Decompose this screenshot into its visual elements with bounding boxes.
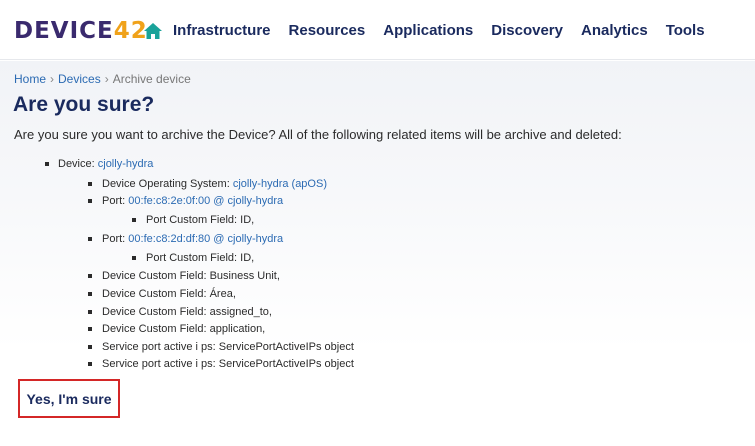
port-2-link[interactable]: 00:fe:c8:2d:df:80 @ cjolly-hydra [128,233,283,245]
breadcrumb: Home › Devices › Archive device [14,72,191,86]
list-item-device: Device: cjolly-hydra [45,157,154,171]
list-item-port-2: Port: 00:fe:c8:2d:df:80 @ cjolly-hydra [88,232,283,246]
port-custom-field-text: Port Custom Field: ID, [146,214,255,226]
port-custom-field-text: Port Custom Field: ID, [146,252,255,264]
custom-field-text: Device Custom Field: application, [102,323,266,335]
bullet-icon [45,162,49,166]
breadcrumb-separator: › [104,72,109,86]
list-item-service-port-1: Service port active i ps: ServicePortAct… [88,340,354,354]
custom-field-text: Device Custom Field: Área, [102,288,236,300]
home-icon[interactable] [143,21,163,41]
list-item-custom-field-4: Device Custom Field: application, [88,322,266,336]
logo-text: DEVICE [14,18,114,44]
list-item-port-2-custom-field: Port Custom Field: ID, [132,251,255,265]
device42-logo[interactable]: DEVICE 42 [14,17,148,45]
port-1-link[interactable]: 00:fe:c8:2e:0f:00 @ cjolly-hydra [128,195,283,207]
list-item-port-1-custom-field: Port Custom Field: ID, [132,213,255,227]
nav-discovery[interactable]: Discovery [491,21,563,41]
list-item-os: Device Operating System: cjolly-hydra (a… [88,177,327,191]
list-item-custom-field-3: Device Custom Field: assigned_to, [88,305,272,319]
bullet-icon [88,182,92,186]
custom-field-text: Device Custom Field: assigned_to, [102,306,272,318]
top-navigation-bar: DEVICE 42 Infrastructure Resources Applic… [0,0,755,60]
port-label: Port: [102,233,129,245]
bullet-icon [88,199,92,203]
bullet-icon [88,327,92,331]
bullet-icon [132,256,136,260]
breadcrumb-devices[interactable]: Devices [58,72,101,86]
main-nav: Infrastructure Resources Applications Di… [173,21,723,41]
service-port-text: Service port active i ps: ServicePortAct… [102,341,354,353]
breadcrumb-current: Archive device [112,72,191,86]
bullet-icon [88,362,92,366]
intro-text: Are you sure you want to archive the Dev… [14,127,622,142]
nav-resources[interactable]: Resources [289,21,366,41]
bullet-icon [88,292,92,296]
nav-infrastructure[interactable]: Infrastructure [173,21,271,41]
os-link[interactable]: cjolly-hydra (apOS) [233,178,327,190]
main-content: Home › Devices › Archive device Are you … [0,61,755,446]
nav-analytics[interactable]: Analytics [581,21,648,41]
device-label: Device: [58,158,98,170]
confirm-archive-button[interactable]: Yes, I'm sure [18,379,120,418]
breadcrumb-home[interactable]: Home [14,72,46,86]
breadcrumb-separator: › [50,72,55,86]
port-label: Port: [102,195,129,207]
bullet-icon [88,310,92,314]
list-item-custom-field-1: Device Custom Field: Business Unit, [88,269,280,283]
bullet-icon [88,345,92,349]
nav-applications[interactable]: Applications [383,21,473,41]
bullet-icon [88,237,92,241]
bullet-icon [132,218,136,222]
nav-tools[interactable]: Tools [666,21,705,41]
list-item-service-port-2: Service port active i ps: ServicePortAct… [88,357,354,371]
list-item-custom-field-2: Device Custom Field: Área, [88,287,236,301]
page-title: Are you sure? [13,93,155,116]
list-item-port-1: Port: 00:fe:c8:2e:0f:00 @ cjolly-hydra [88,194,283,208]
device-link[interactable]: cjolly-hydra [98,158,154,170]
service-port-text: Service port active i ps: ServicePortAct… [102,358,354,370]
bullet-icon [88,274,92,278]
custom-field-text: Device Custom Field: Business Unit, [102,270,280,282]
os-label: Device Operating System: [102,178,233,190]
